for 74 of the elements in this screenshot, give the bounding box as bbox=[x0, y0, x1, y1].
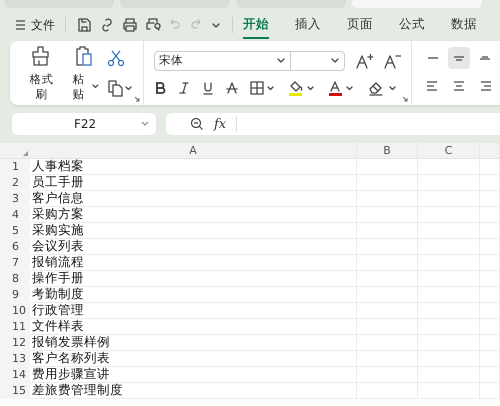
row-header[interactable]: 5 bbox=[0, 223, 30, 239]
bold-icon[interactable] bbox=[154, 80, 166, 94]
chevron-down-icon bbox=[330, 56, 340, 66]
table-cell bbox=[418, 159, 480, 175]
table-cell: 行政管理 bbox=[30, 303, 357, 319]
insert-function-label[interactable]: fx bbox=[214, 116, 226, 132]
ribbon-tab[interactable]: 公式 bbox=[399, 12, 425, 38]
borders-icon[interactable] bbox=[250, 80, 276, 94]
row-header[interactable]: 2 bbox=[0, 175, 30, 191]
table-cell: 报销流程 bbox=[30, 255, 357, 271]
row-header[interactable]: 15 bbox=[0, 383, 30, 399]
font-name: 宋体 bbox=[159, 53, 183, 68]
table-cell: 人事档案 bbox=[30, 159, 357, 175]
save-icon[interactable] bbox=[76, 17, 92, 33]
table-cell bbox=[480, 159, 500, 175]
underline-icon[interactable] bbox=[202, 80, 214, 94]
align-middle-icon bbox=[453, 56, 465, 60]
table-cell: 会议列表 bbox=[30, 239, 357, 255]
increase-font-icon[interactable] bbox=[355, 52, 373, 68]
table-cell: 采购实施 bbox=[30, 223, 357, 239]
decrease-font-icon[interactable] bbox=[383, 52, 401, 68]
menu-icon bbox=[16, 20, 25, 30]
dialog-launcher-icon[interactable] bbox=[402, 96, 408, 102]
italic-icon[interactable] bbox=[178, 80, 190, 94]
row-header[interactable]: 1 bbox=[0, 159, 30, 175]
table-cell bbox=[357, 159, 418, 175]
ribbon-tab[interactable]: 开始 bbox=[243, 12, 269, 38]
name-box[interactable]: F22 bbox=[12, 113, 156, 135]
table-cell: 考勤制度 bbox=[30, 287, 357, 303]
row-header[interactable]: 11 bbox=[0, 319, 30, 335]
paste-button[interactable]: 粘贴 bbox=[62, 41, 103, 105]
print-preview-icon[interactable] bbox=[145, 17, 161, 33]
table-cell: 报销发票样例 bbox=[30, 335, 357, 351]
select-all-corner[interactable] bbox=[0, 143, 30, 159]
column-header[interactable]: B bbox=[357, 143, 418, 159]
row-header[interactable]: 3 bbox=[0, 191, 30, 207]
row-header[interactable]: 14 bbox=[0, 367, 30, 383]
table-cell: 费用步骤宣讲 bbox=[30, 367, 357, 383]
column-header[interactable]: A bbox=[30, 143, 357, 159]
copy-icon[interactable] bbox=[107, 79, 133, 97]
column-header[interactable]: C bbox=[418, 143, 480, 159]
row-header[interactable]: 9 bbox=[0, 287, 30, 303]
row-header[interactable]: 6 bbox=[0, 239, 30, 255]
cut-icon[interactable] bbox=[107, 49, 125, 67]
fill-color-icon[interactable] bbox=[288, 80, 316, 96]
row-header[interactable]: 13 bbox=[0, 351, 30, 367]
dialog-launcher-icon[interactable] bbox=[134, 96, 140, 102]
ribbon-tab[interactable]: 插入 bbox=[295, 12, 321, 38]
table-cell: 客户名称列表 bbox=[30, 351, 357, 367]
strikethrough-icon[interactable] bbox=[226, 80, 238, 94]
table-cell: 客户信息 bbox=[30, 191, 357, 207]
row-header[interactable]: 12 bbox=[0, 335, 30, 351]
format-painter-button[interactable]: 格式刷 bbox=[20, 41, 63, 105]
row-header[interactable]: 8 bbox=[0, 271, 30, 287]
table-cell: 操作手册 bbox=[30, 271, 357, 287]
row-header[interactable]: 7 bbox=[0, 255, 30, 271]
select-all-icon[interactable] bbox=[23, 151, 28, 156]
table-cell: 员工手册 bbox=[30, 175, 357, 191]
ribbon-tab[interactable]: 页面 bbox=[347, 12, 373, 38]
table-cell: 差旅费管理制度 bbox=[30, 383, 357, 399]
file-menu[interactable]: 文件 bbox=[16, 16, 55, 34]
chevron-down-icon bbox=[276, 56, 286, 66]
row-header[interactable]: 10 bbox=[0, 303, 30, 319]
row-header[interactable]: 4 bbox=[0, 207, 30, 223]
table-cell: 采购方案 bbox=[30, 207, 357, 223]
print-icon[interactable] bbox=[122, 17, 138, 33]
table-cell: 文件样表 bbox=[30, 319, 357, 335]
font-name-field[interactable]: 宋体 bbox=[154, 50, 291, 70]
font-size-field[interactable] bbox=[291, 50, 345, 70]
align-bottom-icon bbox=[479, 56, 491, 60]
zoom-icon[interactable] bbox=[190, 117, 204, 131]
ribbon-tab[interactable]: 数据 bbox=[451, 12, 477, 38]
align-middle-button[interactable] bbox=[448, 47, 470, 69]
eraser-icon[interactable] bbox=[368, 80, 398, 96]
